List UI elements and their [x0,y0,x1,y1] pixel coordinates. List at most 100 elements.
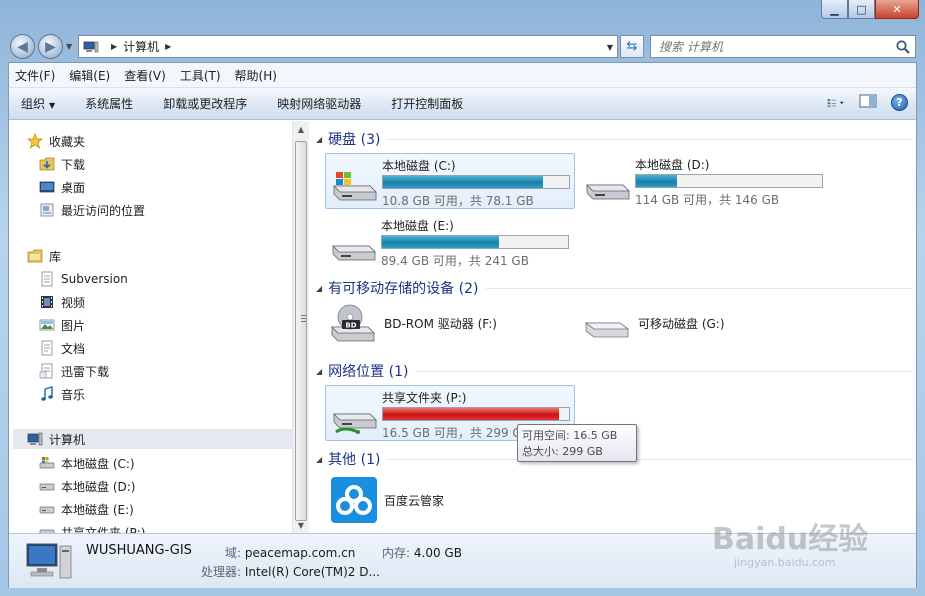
device-name: BD-ROM 驱动器 (F:) [384,316,497,331]
sidebar-item-music[interactable]: 音乐 [39,384,85,404]
sidebar-item-downloads[interactable]: 下载 [39,154,85,174]
field-label: 处理器: [201,565,242,579]
sidebar-item-desktop[interactable]: 桌面 [39,177,85,197]
drive-space-info: 89.4 GB 可用，共 241 GB [381,254,529,268]
search-icon[interactable] [895,39,911,55]
address-bar[interactable]: ▶ 计算机 ▶ ▼ [78,35,618,58]
system-properties-button[interactable]: 系统属性 [85,95,133,112]
capacity-fill [383,176,544,188]
search-box[interactable] [650,35,916,58]
scroll-up-arrow[interactable]: ▲ [293,121,309,137]
group-label: 硬盘 (3) [328,132,381,148]
menu-tools[interactable]: 工具(T) [180,67,221,84]
explorer-window: 文件(F) 编辑(E) 查看(V) 工具(T) 帮助(H) 组织 ▼ 系统属性 卸… [8,62,917,588]
memory-field: 内存: 4.00 GB [382,544,462,561]
organize-button[interactable]: 组织 ▼ [21,95,55,112]
desktop-icon [39,181,55,193]
back-arrow-icon: ◀ [17,38,28,55]
sidebar-item-label: 本地磁盘 (D:) [61,479,136,494]
breadcrumb-separator[interactable]: ▶ [165,42,171,51]
sidebar-item-videos[interactable]: 视频 [39,292,85,312]
search-input[interactable] [659,39,879,54]
breadcrumb-separator[interactable]: ▶ [111,42,117,51]
minimize-button[interactable]: ▁ [821,0,848,19]
computer-icon [27,432,43,446]
drive-d[interactable]: 本地磁盘 (D:) 114 GB 可用，共 146 GB [579,153,829,209]
change-view-button[interactable] [827,95,845,111]
collapse-icon: ◢ [316,366,323,376]
sidebar-item-shared-folder[interactable]: 共享文件夹 (P:) [39,522,145,533]
map-network-drive-button[interactable]: 映射网络驱动器 [277,95,361,112]
computer-icon [26,543,72,579]
sidebar-item-label: 最近访问的位置 [61,203,146,218]
maximize-button[interactable]: □ [848,0,875,19]
baidu-cloud-manager[interactable]: 百度云管家 [330,475,444,525]
sidebar-item-label: 下载 [61,157,86,172]
breadcrumb-computer[interactable]: 计算机 [123,38,159,55]
sidebar-item-favorites[interactable]: 收藏夹 [27,131,85,151]
close-button[interactable]: ✕ [875,0,919,19]
drive-name: 共享文件夹 (P:) [382,391,467,405]
forward-arrow-icon: ▶ [45,38,56,55]
bd-badge-label: BD [345,322,356,330]
scroll-down-arrow[interactable]: ▼ [293,517,309,533]
capacity-bar [381,235,569,249]
group-header-removable[interactable]: ◢ 有可移动存储的设备 (2) [316,278,911,298]
open-control-panel-button[interactable]: 打开控制面板 [391,95,463,112]
forward-button[interactable]: ▶ [38,34,63,59]
recent-pages-dropdown[interactable]: ▼ [66,42,72,51]
sidebar-item-libraries[interactable]: 库 [27,246,61,266]
sidebar-scrollbar[interactable]: ▲ ▼ [292,121,309,533]
sidebar-item-drive-e[interactable]: 本地磁盘 (E:) [39,499,134,519]
drive-e[interactable]: 本地磁盘 (E:) 89.4 GB 可用，共 241 GB [325,214,575,270]
tooltip-free-space: 可用空间: 16.5 GB [522,429,618,442]
sidebar-item-drive-d[interactable]: 本地磁盘 (D:) [39,476,135,496]
menu-file[interactable]: 文件(F) [15,67,55,84]
menu-help[interactable]: 帮助(H) [235,67,277,84]
drive-name: 本地磁盘 (D:) [635,158,710,172]
group-header-network[interactable]: ◢ 网络位置 (1) [316,361,911,381]
address-dropdown[interactable]: ▼ [607,43,613,52]
thunder-download-icon [39,363,53,379]
refresh-button[interactable]: ⇆ [620,35,644,58]
menu-edit[interactable]: 编辑(E) [69,67,110,84]
sidebar-item-computer[interactable]: 计算机 [13,429,292,449]
removable-disk[interactable]: 可移动磁盘 (G:) [582,303,725,343]
sidebar-item-subversion[interactable]: Subversion [39,269,128,289]
tooltip-total-size: 总大小: 299 GB [522,445,603,458]
collapse-icon: ◢ [316,454,323,464]
drive-tooltip: 可用空间: 16.5 GB 总大小: 299 GB [517,424,637,462]
hard-drive-icon [586,184,630,200]
device-name: 可移动磁盘 (G:) [638,316,725,331]
sidebar-item-documents[interactable]: 文档 [39,338,85,358]
chevron-down-icon: ▼ [49,101,56,110]
capacity-bar [382,407,570,421]
bd-rom-drive-icon: BD [331,304,375,342]
field-value: Intel(R) Core(TM)2 D... [244,565,380,579]
back-button[interactable]: ◀ [10,34,35,59]
sidebar-item-thunder-downloads[interactable]: 迅雷下载 [39,361,109,381]
sidebar-item-label: 文档 [61,341,86,356]
bd-rom-drive[interactable]: BD BD-ROM 驱动器 (F:) [328,303,497,343]
computer-icon [83,41,99,52]
group-header-hard-disks[interactable]: ◢ 硬盘 (3) [316,129,911,149]
capacity-fill [382,236,499,248]
sidebar-item-pictures[interactable]: 图片 [39,315,85,335]
sidebar-item-recent-places[interactable]: 最近访问的位置 [39,200,145,220]
sidebar-item-label: 库 [49,249,62,264]
network-drive-icon [39,529,55,533]
sidebar-item-label: Subversion [61,272,128,286]
processor-field: 处理器: Intel(R) Core(TM)2 D... [201,563,380,580]
sidebar-item-label: 迅雷下载 [61,364,110,379]
uninstall-program-button[interactable]: 卸载或更改程序 [163,95,247,112]
sidebar-item-drive-c[interactable]: 本地磁盘 (C:) [39,453,135,473]
scrollbar-thumb[interactable] [295,141,307,521]
sidebar-item-label: 本地磁盘 (C:) [61,456,135,471]
preview-pane-button[interactable] [859,94,877,111]
command-bar: 组织 ▼ 系统属性 卸载或更改程序 映射网络驱动器 打开控制面板 ? [9,88,916,120]
drive-space-info: 114 GB 可用，共 146 GB [635,193,780,207]
drive-c[interactable]: 本地磁盘 (C:) 10.8 GB 可用，共 78.1 GB [325,153,575,209]
capacity-bar [382,175,570,189]
help-button[interactable]: ? [891,94,908,111]
menu-view[interactable]: 查看(V) [124,67,166,84]
